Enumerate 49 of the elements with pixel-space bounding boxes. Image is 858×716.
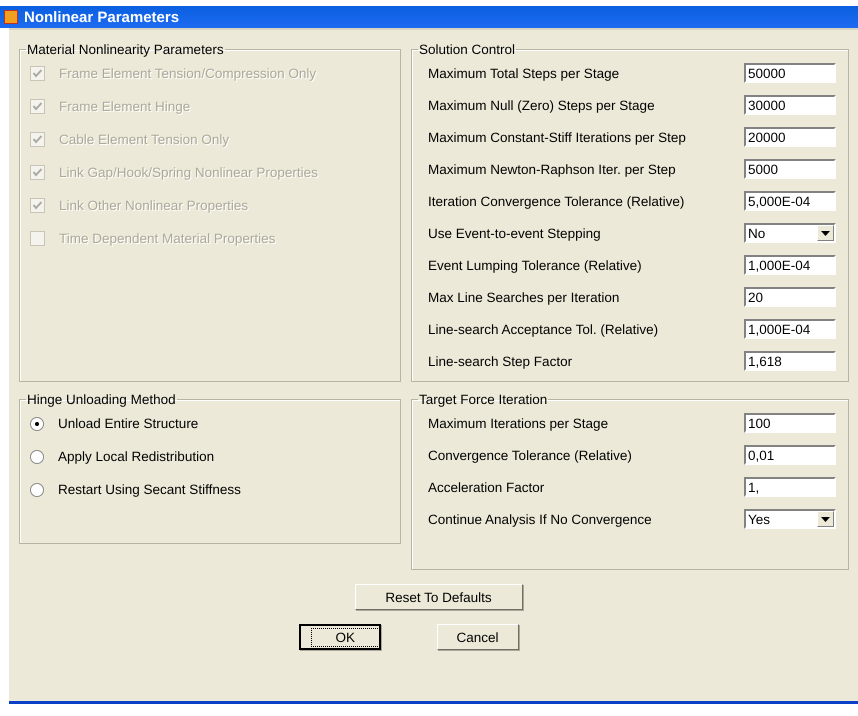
- checkbox-label: Frame Element Hinge: [59, 99, 190, 114]
- input-field[interactable]: 5000: [744, 159, 836, 179]
- field-label: Maximum Newton-Raphson Iter. per Step: [428, 162, 676, 176]
- field-label: Use Event-to-event Stepping: [428, 226, 601, 240]
- ok-button[interactable]: OK: [298, 624, 380, 650]
- group-title: Target Force Iteration: [418, 392, 548, 407]
- radio-label: Apply Local Redistribution: [58, 449, 214, 464]
- group-title: Solution Control: [418, 42, 516, 57]
- input-field[interactable]: 1,618: [744, 351, 836, 371]
- app-icon: [4, 10, 18, 24]
- field-label: Max Line Searches per Iteration: [428, 290, 620, 304]
- checkbox-label: Time Dependent Material Properties: [59, 231, 276, 246]
- input-field[interactable]: 1,000E-04: [744, 319, 836, 339]
- checkbox-label: Link Other Nonlinear Properties: [59, 198, 248, 213]
- input-field[interactable]: 50000: [744, 63, 836, 83]
- input-field[interactable]: 0,01: [744, 445, 836, 465]
- input-field[interactable]: 30000: [744, 95, 836, 115]
- input-field[interactable]: 20: [744, 287, 836, 307]
- field-label: Maximum Iterations per Stage: [428, 416, 608, 430]
- field-label: Line-search Acceptance Tol. (Relative): [428, 322, 658, 336]
- cancel-button[interactable]: Cancel: [436, 624, 518, 650]
- radio-button[interactable]: [30, 482, 44, 496]
- field-label: Event Lumping Tolerance (Relative): [428, 258, 642, 272]
- window-title: Nonlinear Parameters: [24, 8, 180, 26]
- group-title: Material Nonlinearity Parameters: [26, 42, 225, 57]
- checkbox-label: Frame Element Tension/Compression Only: [59, 66, 316, 81]
- radio-button[interactable]: [30, 416, 44, 430]
- input-field[interactable]: 5,000E-04: [744, 191, 836, 211]
- input-field[interactable]: 100: [744, 413, 836, 433]
- radio-button[interactable]: [30, 450, 44, 464]
- input-field[interactable]: 20000: [744, 127, 836, 147]
- radio-label: Unload Entire Structure: [58, 416, 198, 431]
- dropdown[interactable]: No: [744, 223, 836, 243]
- field-label: Maximum Null (Zero) Steps per Stage: [428, 98, 655, 112]
- group-title: Hinge Unloading Method: [26, 392, 177, 407]
- checkbox-label: Link Gap/Hook/Spring Nonlinear Properties: [59, 165, 318, 180]
- field-label: Line-search Step Factor: [428, 354, 572, 368]
- field-label: Maximum Total Steps per Stage: [428, 66, 620, 80]
- radio-label: Restart Using Secant Stiffness: [58, 482, 241, 497]
- field-label: Iteration Convergence Tolerance (Relative): [428, 194, 684, 208]
- input-field[interactable]: 1,000E-04: [744, 255, 836, 275]
- field-label: Maximum Constant-Stiff Iterations per Step: [428, 130, 686, 144]
- reset-button[interactable]: Reset To Defaults: [354, 584, 522, 610]
- dropdown[interactable]: Yes: [744, 509, 836, 529]
- field-label: Acceleration Factor: [428, 480, 544, 494]
- checkbox-label: Cable Element Tension Only: [59, 132, 230, 147]
- input-field[interactable]: 1,: [744, 477, 836, 497]
- field-label: Continue Analysis If No Convergence: [428, 512, 652, 526]
- field-label: Convergence Tolerance (Relative): [428, 448, 632, 462]
